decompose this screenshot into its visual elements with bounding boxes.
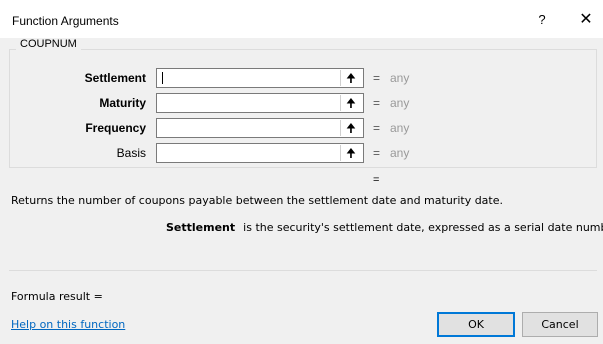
collapse-dialog-icon[interactable]: 🠉 [340, 95, 361, 111]
arg-row-frequency: Frequency 🠉 = any [0, 118, 603, 138]
settlement-input[interactable] [157, 69, 345, 87]
arg-equals: = [373, 96, 381, 110]
maturity-field[interactable]: 🠉 [156, 93, 364, 113]
argument-description: Settlement is the security's settlement d… [166, 221, 603, 234]
basis-input[interactable] [157, 144, 345, 162]
function-name: COUPNUM [16, 38, 81, 50]
help-button[interactable]: ? [533, 10, 551, 30]
ok-button[interactable]: OK [437, 312, 515, 337]
frequency-field[interactable]: 🠉 [156, 118, 364, 138]
arg-equals: = [373, 121, 381, 135]
maturity-input[interactable] [157, 94, 345, 112]
function-arguments-dialog: Function Arguments ? ✕ COUPNUM Settlemen… [0, 0, 603, 344]
function-result-equals: = [373, 174, 380, 186]
basis-field[interactable]: 🠉 [156, 143, 364, 163]
cancel-button[interactable]: Cancel [522, 312, 598, 337]
frequency-input[interactable] [157, 119, 345, 137]
title-bar: Function Arguments ? ✕ [0, 0, 603, 38]
settlement-field[interactable]: 🠉 [156, 68, 364, 88]
collapse-dialog-icon[interactable]: 🠉 [340, 145, 361, 161]
arg-result-settlement: any [390, 71, 410, 85]
divider [9, 270, 597, 271]
arg-row-maturity: Maturity 🠉 = any [0, 93, 603, 113]
arg-label-frequency: Frequency [85, 121, 146, 135]
text-caret [162, 72, 163, 84]
formula-result: Formula result = [11, 290, 103, 303]
close-button[interactable]: ✕ [575, 9, 597, 31]
arg-label-settlement: Settlement [84, 71, 146, 85]
collapse-dialog-icon[interactable]: 🠉 [340, 120, 361, 136]
collapse-dialog-icon[interactable]: 🠉 [340, 70, 361, 86]
arg-result-basis: any [390, 146, 410, 160]
function-description: Returns the number of coupons payable be… [11, 194, 503, 207]
arg-label-basis: Basis [116, 146, 146, 160]
arg-row-settlement: Settlement 🠉 = any [0, 68, 603, 88]
help-on-function-link[interactable]: Help on this function [11, 318, 125, 331]
arg-result-frequency: any [390, 121, 410, 135]
arg-row-basis: Basis 🠉 = any [0, 143, 603, 163]
arg-equals: = [373, 71, 381, 85]
arg-label-maturity: Maturity [99, 96, 146, 110]
dialog-title: Function Arguments [12, 14, 119, 28]
arg-result-maturity: any [390, 96, 410, 110]
argument-description-text: is the security's settlement date, expre… [243, 221, 603, 234]
argument-description-name: Settlement [166, 221, 236, 234]
arg-equals: = [373, 146, 381, 160]
